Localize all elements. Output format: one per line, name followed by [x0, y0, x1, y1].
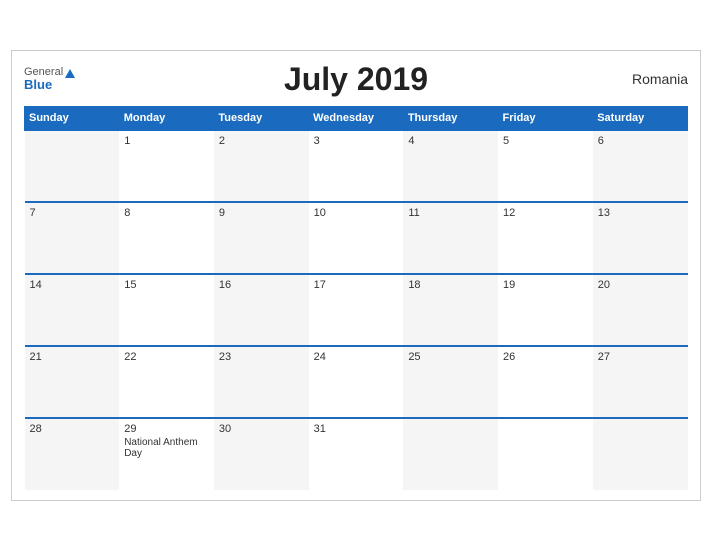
day-number: 7: [30, 207, 115, 219]
calendar-cell: 29 National Anthem Day: [119, 418, 214, 490]
day-number: 12: [503, 207, 588, 219]
calendar-cell: 3: [309, 130, 404, 202]
day-number: 24: [314, 351, 399, 363]
day-number: 14: [30, 279, 115, 291]
calendar-cell: 9: [214, 202, 309, 274]
calendar-cell: 27: [593, 346, 688, 418]
calendar-header: General Blue July 2019 Romania: [24, 61, 688, 98]
day-number: 9: [219, 207, 304, 219]
calendar-cell: 13: [593, 202, 688, 274]
calendar-cell: 7: [25, 202, 120, 274]
day-number: 5: [503, 135, 588, 147]
calendar-cell: [25, 130, 120, 202]
day-number: 29: [124, 423, 209, 435]
day-number: 19: [503, 279, 588, 291]
calendar-cell: 22: [119, 346, 214, 418]
calendar-title: July 2019: [284, 61, 428, 98]
calendar-thead: SundayMondayTuesdayWednesdayThursdayFrid…: [25, 106, 688, 130]
day-number: 20: [598, 279, 683, 291]
day-number: 26: [503, 351, 588, 363]
day-number: 3: [314, 135, 399, 147]
calendar: General Blue July 2019 Romania SundayMon…: [11, 50, 701, 501]
day-number: 22: [124, 351, 209, 363]
calendar-cell: 18: [403, 274, 498, 346]
weekday-header-friday: Friday: [498, 106, 593, 130]
calendar-cell: [498, 418, 593, 490]
day-number: 28: [30, 423, 115, 435]
day-number: 1: [124, 135, 209, 147]
calendar-cell: 15: [119, 274, 214, 346]
calendar-cell: 14: [25, 274, 120, 346]
calendar-cell: [593, 418, 688, 490]
day-number: 8: [124, 207, 209, 219]
day-number: 6: [598, 135, 683, 147]
calendar-cell: 8: [119, 202, 214, 274]
calendar-cell: 10: [309, 202, 404, 274]
event-label: National Anthem Day: [124, 437, 209, 459]
calendar-cell: 23: [214, 346, 309, 418]
calendar-cell: 20: [593, 274, 688, 346]
calendar-table: SundayMondayTuesdayWednesdayThursdayFrid…: [24, 106, 688, 490]
calendar-cell: 6: [593, 130, 688, 202]
weekday-header-wednesday: Wednesday: [309, 106, 404, 130]
day-number: 18: [408, 279, 493, 291]
day-number: 31: [314, 423, 399, 435]
calendar-cell: [403, 418, 498, 490]
day-number: 15: [124, 279, 209, 291]
country-label: Romania: [632, 71, 688, 87]
day-number: 30: [219, 423, 304, 435]
day-number: 13: [598, 207, 683, 219]
calendar-tbody: 1234567891011121314151617181920212223242…: [25, 130, 688, 490]
logo: General Blue: [24, 67, 75, 91]
day-number: 16: [219, 279, 304, 291]
weekday-header-thursday: Thursday: [403, 106, 498, 130]
logo-triangle-icon: [65, 69, 75, 78]
day-number: 21: [30, 351, 115, 363]
week-row-4: 28 29 National Anthem Day 30 31: [25, 418, 688, 490]
calendar-cell: 12: [498, 202, 593, 274]
calendar-cell: 1: [119, 130, 214, 202]
day-number: 23: [219, 351, 304, 363]
calendar-cell: 17: [309, 274, 404, 346]
weekday-header-row: SundayMondayTuesdayWednesdayThursdayFrid…: [25, 106, 688, 130]
calendar-cell: 30: [214, 418, 309, 490]
calendar-cell: 2: [214, 130, 309, 202]
logo-blue-text: Blue: [24, 78, 75, 91]
calendar-cell: 11: [403, 202, 498, 274]
calendar-cell: 4: [403, 130, 498, 202]
day-number: 25: [408, 351, 493, 363]
weekday-header-tuesday: Tuesday: [214, 106, 309, 130]
weekday-header-saturday: Saturday: [593, 106, 688, 130]
calendar-cell: 26: [498, 346, 593, 418]
weekday-header-sunday: Sunday: [25, 106, 120, 130]
week-row-0: 123456: [25, 130, 688, 202]
calendar-cell: 5: [498, 130, 593, 202]
day-number: 27: [598, 351, 683, 363]
day-number: 2: [219, 135, 304, 147]
day-number: 17: [314, 279, 399, 291]
calendar-cell: 24: [309, 346, 404, 418]
day-number: 11: [408, 207, 493, 219]
day-number: 10: [314, 207, 399, 219]
weekday-header-monday: Monday: [119, 106, 214, 130]
calendar-cell: 21: [25, 346, 120, 418]
day-number: 4: [408, 135, 493, 147]
week-row-2: 14 15 16 17 18 19 20: [25, 274, 688, 346]
calendar-cell: 25: [403, 346, 498, 418]
calendar-cell: 19: [498, 274, 593, 346]
week-row-3: 21 22 23 24 25 26 27: [25, 346, 688, 418]
week-row-1: 789 10 11 12 13: [25, 202, 688, 274]
calendar-cell: 31: [309, 418, 404, 490]
calendar-cell: 16: [214, 274, 309, 346]
calendar-cell: 28: [25, 418, 120, 490]
